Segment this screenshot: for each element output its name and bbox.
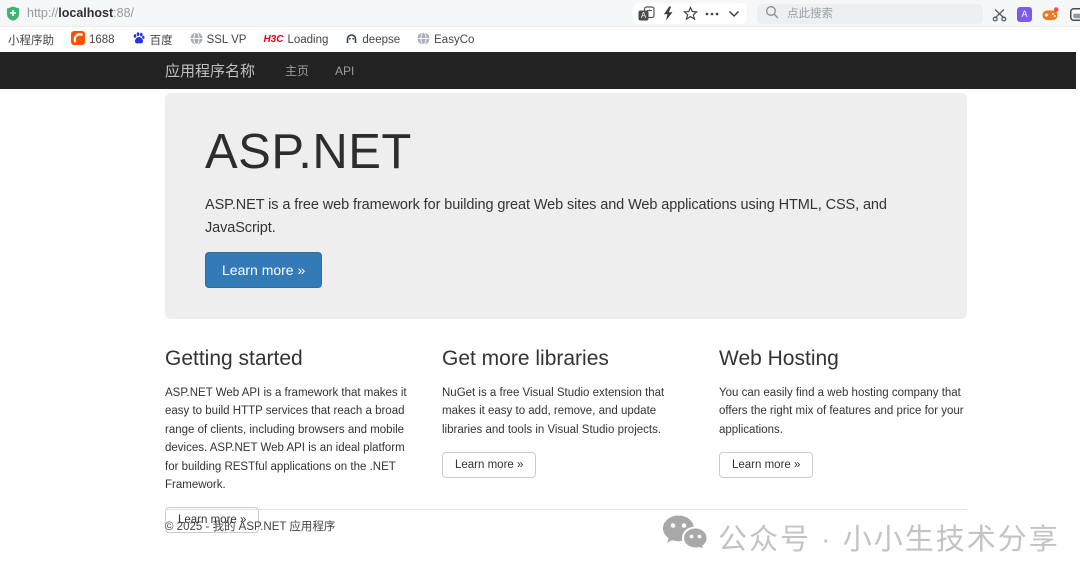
watermark: 公众号 · 小小生技术分享 (662, 514, 1060, 559)
search-input[interactable] (785, 7, 960, 21)
bookmark-mini-program[interactable]: 小程序助 (8, 32, 54, 48)
scissors-clip-icon[interactable] (990, 5, 1008, 23)
toolbar-icon-group: A (633, 3, 747, 24)
bookmark-deepseek[interactable]: deepse (345, 32, 400, 48)
column-text: ASP.NET Web API is a framework that make… (165, 384, 412, 494)
column-title: Web Hosting (719, 347, 966, 371)
feature-columns: Getting started ASP.NET Web API is a fra… (165, 347, 967, 533)
globe-icon (190, 32, 203, 48)
bookmark-ssl-vpn[interactable]: SSL VP (190, 32, 247, 48)
jumbotron: ASP.NET ASP.NET is a free web framework … (165, 93, 967, 319)
column-web-hosting: Web Hosting You can easily find a web ho… (719, 347, 966, 533)
column-title: Get more libraries (442, 347, 689, 371)
column-title: Getting started (165, 347, 412, 371)
bookmark-1688[interactable]: 1688 (71, 31, 115, 48)
navbar-brand[interactable]: 应用程序名称 (165, 60, 255, 81)
watermark-text: 公众号 · 小小生技术分享 (718, 516, 1060, 558)
column-text: You can easily find a web hosting compan… (719, 384, 966, 439)
column-getting-started: Getting started ASP.NET Web API is a fra… (165, 347, 412, 533)
wechat-icon (662, 514, 708, 559)
security-shield-icon[interactable] (6, 6, 20, 26)
url-host: localhost (58, 6, 113, 20)
address-bar[interactable]: http://localhost:88/ (27, 6, 134, 20)
workspace-panel-icon[interactable] (1068, 5, 1080, 23)
browser-toolbar: http://localhost:88/ A (0, 0, 1080, 27)
footer-copyright: © 2025 - 我的 ASP.NET 应用程序 (165, 518, 335, 534)
svg-text:A: A (640, 11, 646, 20)
site-navbar: 应用程序名称 主页 API (0, 52, 1076, 89)
bookmark-easyconnect[interactable]: EasyCo (417, 32, 474, 48)
learn-more-primary-button[interactable]: Learn more » (205, 252, 322, 288)
more-options-icon[interactable] (703, 5, 721, 23)
chevron-down-icon[interactable] (725, 5, 743, 23)
nav-link-home[interactable]: 主页 (285, 62, 309, 79)
deepseek-icon (345, 32, 358, 48)
h3c-logo-icon: H3C (263, 34, 283, 45)
footer-divider (165, 509, 967, 510)
toolbar-right-icons: A (990, 4, 1080, 24)
learn-more-button-hosting[interactable]: Learn more » (719, 452, 813, 478)
toolbar-search[interactable] (757, 4, 983, 24)
speed-boost-icon[interactable] (659, 5, 677, 23)
baidu-paw-icon (132, 31, 146, 48)
games-icon[interactable] (1041, 5, 1059, 23)
favorite-star-icon[interactable] (681, 5, 699, 23)
nav-link-api[interactable]: API (335, 64, 354, 78)
bookmark-baidu[interactable]: 百度 (132, 31, 173, 48)
column-get-more-libraries: Get more libraries NuGet is a free Visua… (442, 347, 689, 533)
1688-icon (71, 31, 85, 48)
translate-page-icon[interactable]: A (637, 5, 655, 23)
translate-extension-icon[interactable]: A (1017, 7, 1032, 22)
search-icon (765, 5, 779, 24)
bookmarks-bar: 小程序助 1688 百度 (0, 28, 1080, 51)
globe-icon (417, 32, 430, 48)
bookmark-h3c-loading[interactable]: H3C Loading (263, 34, 328, 46)
page-title: ASP.NET (205, 127, 939, 178)
url-scheme: http:// (27, 6, 58, 20)
learn-more-button-libraries[interactable]: Learn more » (442, 452, 536, 478)
url-port: :88/ (113, 6, 134, 20)
jumbotron-lead: ASP.NET is a free web framework for buil… (205, 194, 939, 239)
column-text: NuGet is a free Visual Studio extension … (442, 384, 689, 439)
